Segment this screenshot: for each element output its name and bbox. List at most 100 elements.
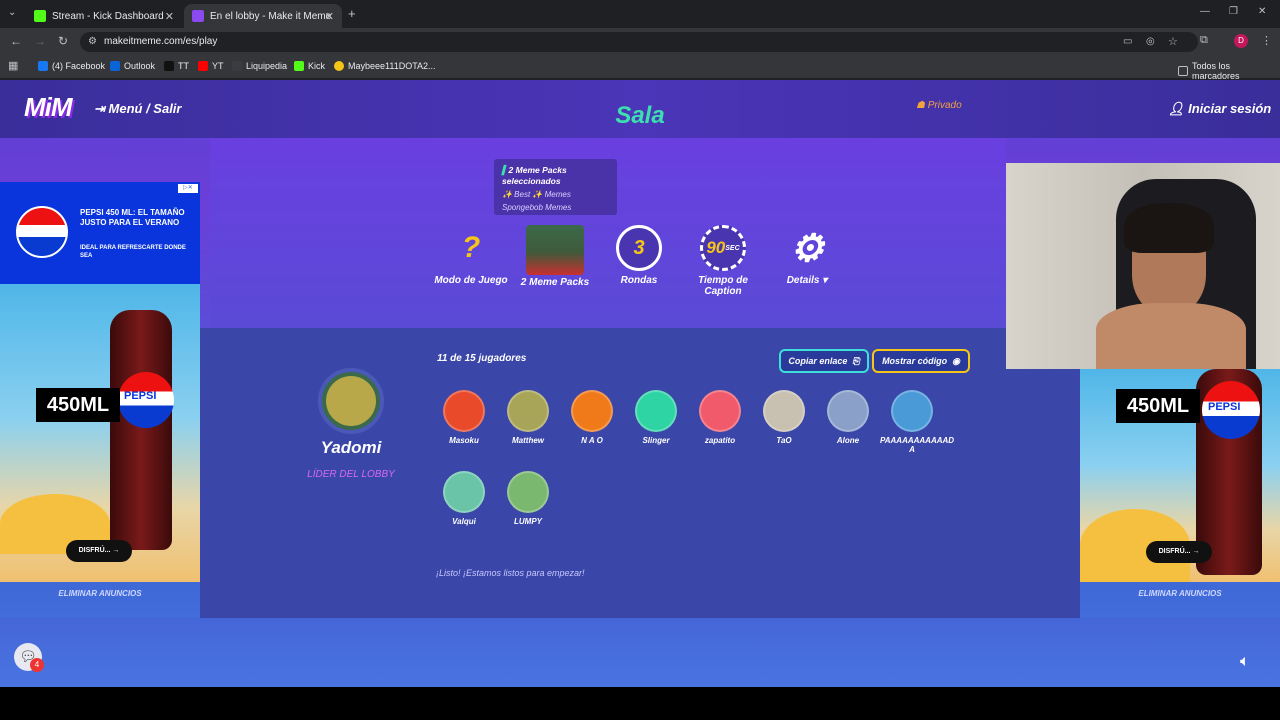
show-code-button[interactable]: Mostrar código ◉ bbox=[872, 349, 970, 373]
player-name: Masoku bbox=[449, 436, 479, 445]
ad-cta-button[interactable]: DISFRÚ... → bbox=[66, 540, 132, 562]
tab-kick-dashboard[interactable]: Stream - Kick Dashboard ✕ bbox=[26, 4, 182, 28]
tab-make-it-meme[interactable]: En el lobby - Make it Meme ✕ bbox=[184, 4, 342, 28]
player-avatar bbox=[507, 471, 549, 513]
caption-time-setting[interactable]: 90 SEC Tiempo de Caption bbox=[683, 225, 763, 297]
ad-subline: IDEAL PARA REFRESCARTE DONDE SEA bbox=[80, 245, 186, 259]
ad-left[interactable]: PEPSI 450 ML: EL TAMAÑO JUSTO PARA EL VE… bbox=[0, 182, 200, 582]
close-tab-icon[interactable]: ✕ bbox=[325, 10, 334, 23]
setting-label: 2 Meme Packs bbox=[520, 277, 590, 288]
bookmark-dota[interactable]: Maybeee111DOTA2... bbox=[334, 61, 436, 71]
minimize-icon[interactable]: — bbox=[1200, 6, 1210, 17]
kick-icon bbox=[294, 61, 304, 71]
game-mode-setting[interactable]: ? Modo de Juego bbox=[431, 225, 511, 286]
ad-brand: PEPSI bbox=[1208, 401, 1241, 413]
player-avatar bbox=[827, 390, 869, 432]
profile-avatar[interactable]: D bbox=[1234, 34, 1248, 48]
bookmark-star-icon[interactable]: ☆ bbox=[1168, 32, 1178, 52]
player-card[interactable]: zapatito bbox=[688, 390, 752, 445]
eye-off-icon[interactable]: ◎ bbox=[1146, 32, 1155, 52]
browser-chrome: ⌄ Stream - Kick Dashboard ✕ En el lobby … bbox=[0, 0, 1280, 81]
facebook-icon bbox=[38, 61, 48, 71]
login-button[interactable]: 👤︎ Iniciar sesión bbox=[1168, 101, 1271, 117]
hair bbox=[1124, 203, 1214, 253]
leader-avatar-image bbox=[326, 376, 376, 426]
all-bookmarks[interactable]: Todos los marcadores bbox=[1178, 61, 1280, 81]
player-card[interactable]: Matthew bbox=[496, 390, 560, 445]
cast-icon[interactable]: ▭ bbox=[1123, 32, 1132, 52]
question-mark-icon: ? bbox=[461, 231, 481, 264]
tab-search-icon[interactable]: ⌄ bbox=[8, 7, 16, 18]
ad-brand: PEPSI bbox=[124, 390, 157, 402]
forward-icon[interactable]: → bbox=[34, 34, 46, 48]
player-avatar bbox=[571, 390, 613, 432]
restore-icon[interactable]: ❐ bbox=[1229, 6, 1238, 17]
timer-value: 90 bbox=[706, 238, 726, 257]
window-close-icon[interactable]: ✕ bbox=[1258, 6, 1266, 17]
bookmark-label: Outlook bbox=[124, 61, 156, 71]
bookmark-liquipedia[interactable]: Liquipedia bbox=[232, 61, 287, 71]
player-card[interactable]: Valqui bbox=[432, 471, 496, 526]
bookmark-outlook[interactable]: Outlook bbox=[110, 61, 155, 71]
pack-item: ✨ Best ✨ Memes bbox=[502, 190, 571, 199]
ad-right[interactable]: PEPSI 450ML DISFRÚ... → bbox=[1080, 369, 1280, 582]
bookmark-kick[interactable]: Kick bbox=[294, 61, 325, 71]
player-card[interactable]: PAAAAAAAAAAAD A bbox=[880, 390, 954, 454]
player-card[interactable]: Slinger bbox=[624, 390, 688, 445]
remove-ads-link-right[interactable]: ELIMINAR ANUNCIOS bbox=[1080, 589, 1280, 598]
footer-area bbox=[0, 618, 1280, 687]
bookmark-label: Liquipedia bbox=[246, 61, 288, 71]
tab-title: En el lobby - Make it Meme bbox=[210, 10, 332, 22]
back-icon[interactable]: ← bbox=[10, 34, 22, 48]
chevron-down-icon: ▾ bbox=[822, 275, 828, 286]
bookmark-tiktok[interactable]: TT bbox=[164, 61, 189, 71]
bookmark-facebook[interactable]: (4) Facebook bbox=[38, 61, 105, 71]
player-name: LUMPY bbox=[514, 517, 542, 526]
player-name: Matthew bbox=[512, 436, 544, 445]
player-avatar bbox=[443, 390, 485, 432]
player-card[interactable]: LUMPY bbox=[496, 471, 560, 526]
pack-item: Spongebob Memes bbox=[502, 203, 572, 212]
mim-icon bbox=[192, 10, 204, 22]
privacy-toggle[interactable]: ☗ Privado bbox=[916, 100, 962, 111]
player-card[interactable]: Masoku bbox=[432, 390, 496, 445]
rounds-setting[interactable]: 3 Rondas bbox=[599, 225, 679, 286]
selected-packs-tooltip: ▍2 Meme Packs seleccionados ✨ Best ✨ Mem… bbox=[494, 159, 617, 215]
ad-cta-button[interactable]: DISFRÚ... → bbox=[1146, 541, 1212, 563]
reload-icon[interactable]: ↻ bbox=[58, 34, 68, 48]
bookmark-label: Todos los marcadores bbox=[1192, 61, 1240, 81]
player-card[interactable]: Alone bbox=[816, 390, 880, 445]
setting-label: Tiempo de bbox=[698, 275, 748, 286]
player-avatar bbox=[763, 390, 805, 432]
chat-badge: 4 bbox=[30, 658, 44, 672]
site-info-icon[interactable]: ⚙ bbox=[88, 32, 97, 52]
more-menu-icon[interactable]: ⋮ bbox=[1261, 34, 1272, 47]
smiley-icon bbox=[334, 61, 344, 71]
bookmark-youtube[interactable]: YT bbox=[198, 61, 224, 71]
tab-title: Stream - Kick Dashboard bbox=[52, 10, 164, 22]
player-card[interactable]: TaO bbox=[752, 390, 816, 445]
remove-ads-link-left[interactable]: ELIMINAR ANUNCIOS bbox=[0, 589, 200, 598]
close-tab-icon[interactable]: ✕ bbox=[165, 10, 174, 23]
timer-dial: 90 SEC bbox=[700, 225, 746, 271]
eye-icon: ◉ bbox=[952, 355, 960, 366]
new-tab-icon[interactable]: + bbox=[348, 6, 356, 21]
player-card[interactable]: N A O bbox=[560, 390, 624, 445]
room-title: Sala bbox=[615, 102, 665, 129]
meme-packs-setting[interactable]: 2 Meme Packs bbox=[515, 225, 595, 288]
details-setting[interactable]: ⚙ Details ▾ bbox=[767, 225, 847, 287]
player-name: Slinger bbox=[642, 436, 670, 445]
sound-icon[interactable]: 🔈︎ bbox=[1240, 653, 1250, 671]
timer-unit: SEC bbox=[725, 244, 740, 252]
packs-tooltip-title: ▍2 Meme Packs seleccionados bbox=[502, 165, 567, 186]
bookmark-label: TT bbox=[178, 61, 189, 71]
setting-label: Modo de Juego bbox=[434, 275, 508, 286]
ad-choices-icon[interactable]: ▷✕ bbox=[178, 184, 198, 193]
extensions-icon[interactable]: ⧉ bbox=[1200, 34, 1208, 47]
apps-grid-icon[interactable]: ▦ bbox=[8, 59, 18, 72]
copy-link-button[interactable]: Copiar enlace ⎘ bbox=[779, 349, 869, 373]
liquipedia-icon bbox=[232, 61, 242, 71]
top-navigation: MiM ⇥ Menú / Salir Sala ☗ Privado 👤︎ Ini… bbox=[0, 80, 1280, 138]
player-count: 11 de 15 jugadores bbox=[437, 353, 527, 364]
address-bar[interactable]: ⚙ makeitmeme.com/es/play ▭ ◎ ☆ bbox=[80, 32, 1198, 52]
